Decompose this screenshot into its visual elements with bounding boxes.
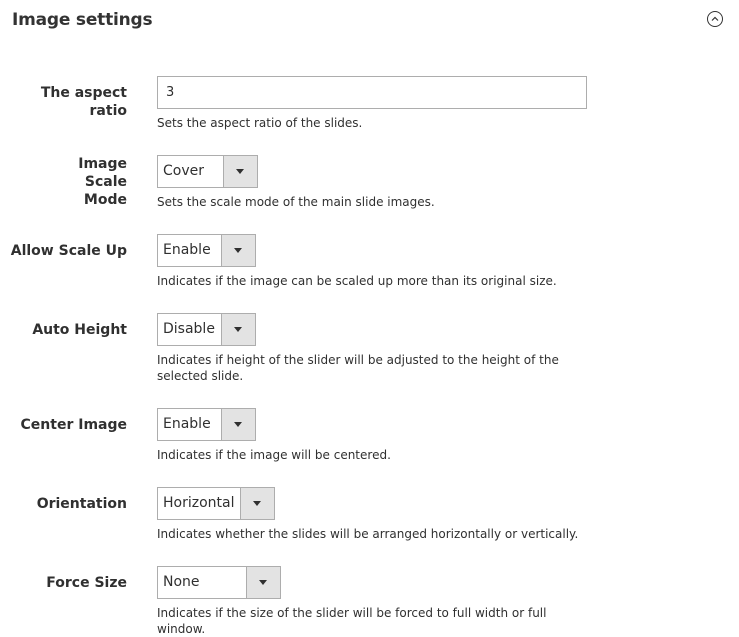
allow-scale-up-note: Indicates if the image can be scaled up … (157, 274, 557, 288)
force-size-arrow[interactable] (246, 567, 280, 598)
section-title: Image settings (12, 10, 153, 30)
center-image-value: Enable (163, 416, 211, 432)
center-image-note: Indicates if the image will be centered. (157, 448, 391, 462)
orientation-label: Orientation (36, 496, 127, 512)
force-size-value: None (163, 574, 200, 590)
orientation-select[interactable]: Horizontal (157, 487, 275, 520)
auto-height-arrow[interactable] (221, 314, 255, 345)
center-image-control: Enable (157, 408, 256, 441)
force-size-note: Indicates if the size of the slider will… (157, 606, 547, 636)
collapse-toggle-button[interactable] (707, 11, 723, 27)
force-size-label: Force Size (46, 575, 127, 591)
aspect-ratio-note: Sets the aspect ratio of the slides. (157, 116, 363, 130)
aspect-ratio-label: The aspect ratio (40, 85, 127, 119)
caret-down-icon (259, 580, 267, 585)
auto-height-note: Indicates if height of the slider will b… (157, 353, 559, 383)
caret-down-icon (236, 169, 244, 174)
allow-scale-up-control: Enable (157, 234, 256, 267)
aspect-ratio-control (157, 76, 587, 109)
center-image-arrow[interactable] (221, 409, 255, 440)
orientation-control: Horizontal (157, 487, 275, 520)
caret-down-icon (234, 422, 242, 427)
section-header[interactable]: Image settings (12, 0, 727, 42)
caret-down-icon (234, 248, 242, 253)
center-image-select[interactable]: Enable (157, 408, 256, 441)
aspect-ratio-input[interactable] (157, 76, 587, 109)
allow-scale-up-label: Allow Scale Up (10, 243, 127, 259)
allow-scale-up-value: Enable (163, 242, 211, 258)
auto-height-value: Disable (163, 321, 215, 337)
auto-height-select[interactable]: Disable (157, 313, 256, 346)
force-size-select[interactable]: None (157, 566, 281, 599)
orientation-value: Horizontal (163, 495, 235, 511)
image-scale-mode-value: Cover (163, 163, 204, 179)
allow-scale-up-select[interactable]: Enable (157, 234, 256, 267)
chevron-up-icon (711, 16, 719, 21)
image-scale-mode-arrow[interactable] (223, 156, 257, 187)
image-scale-mode-select[interactable]: Cover (157, 155, 258, 188)
orientation-arrow[interactable] (240, 488, 274, 519)
image-scale-mode-control: Cover (157, 155, 258, 188)
allow-scale-up-arrow[interactable] (221, 235, 255, 266)
orientation-note: Indicates whether the slides will be arr… (157, 527, 579, 541)
auto-height-control: Disable (157, 313, 256, 346)
auto-height-label: Auto Height (32, 322, 127, 338)
image-scale-mode-note: Sets the scale mode of the main slide im… (157, 195, 435, 209)
caret-down-icon (234, 327, 242, 332)
force-size-control: None (157, 566, 281, 599)
caret-down-icon (253, 501, 261, 506)
image-scale-mode-label: Image Scale Mode (78, 156, 127, 208)
center-image-label: Center Image (20, 417, 127, 433)
